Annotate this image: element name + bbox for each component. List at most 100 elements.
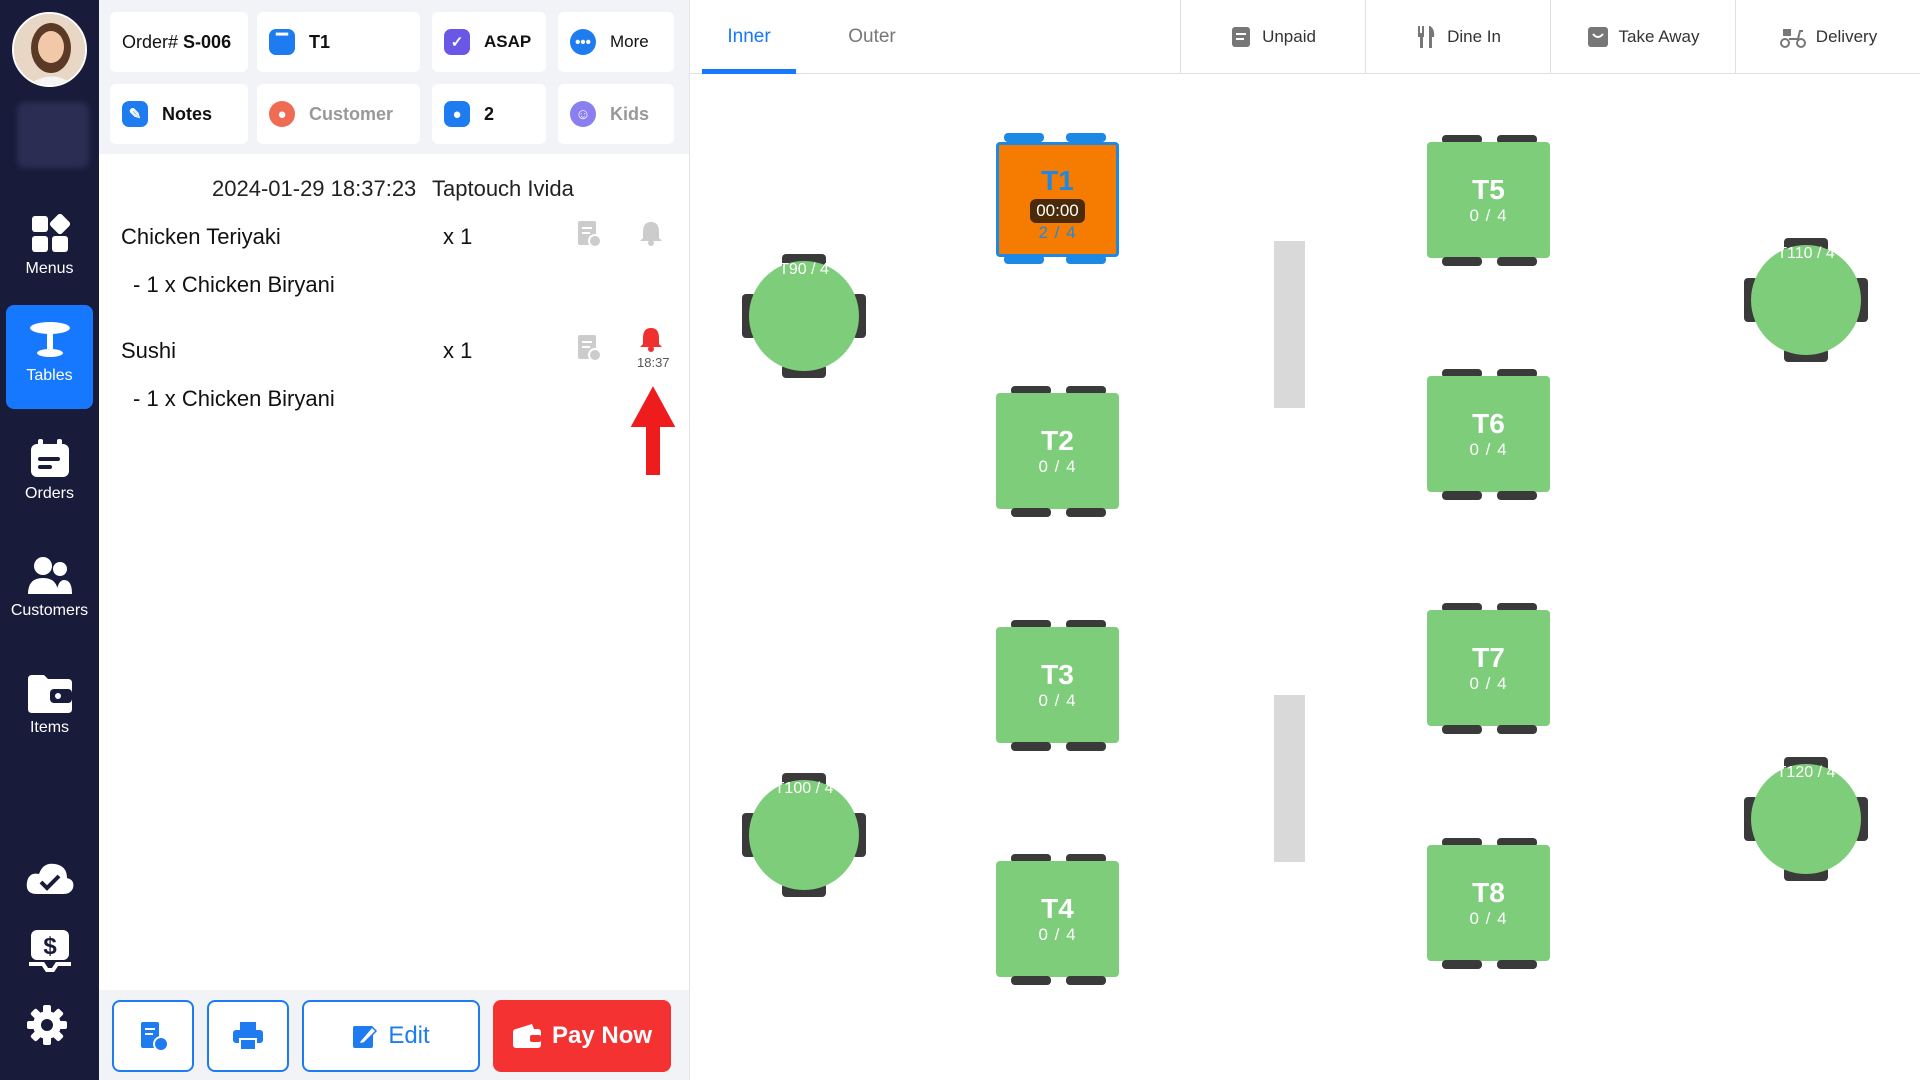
timing-button[interactable]: ✓ ASAP bbox=[432, 12, 546, 72]
timing-label: ASAP bbox=[484, 32, 532, 51]
bell-icon bbox=[640, 222, 662, 246]
table-t5-count: 0 / 4 bbox=[1469, 206, 1508, 225]
table-t7-name: T7 bbox=[1472, 642, 1505, 673]
table-t12[interactable]: T120 / 4 bbox=[1744, 757, 1868, 881]
order-prefix: Order# bbox=[122, 31, 179, 52]
order-datetime: 2024-01-29 18:37:23 bbox=[212, 176, 417, 201]
kids-icon: ☺ bbox=[570, 101, 596, 127]
cash-button[interactable]: $ bbox=[25, 930, 75, 974]
table-t4-count: 0 / 4 bbox=[1038, 925, 1077, 944]
table-t12-name: T12 bbox=[1776, 764, 1805, 781]
edit-note-icon: ✎ bbox=[122, 101, 148, 127]
filter-dine-in-label: Dine In bbox=[1447, 27, 1501, 46]
floor-tabs: Inner Outer Unpaid Dine In Take Away Del… bbox=[690, 0, 1920, 74]
order-item-qty: x 1 bbox=[443, 224, 473, 249]
kids-button[interactable]: ☺ Kids bbox=[558, 84, 674, 144]
filter-unpaid-label: Unpaid bbox=[1262, 27, 1316, 46]
table-t11[interactable]: T110 / 4 bbox=[1744, 238, 1868, 362]
table-t7[interactable]: T7 0 / 4 bbox=[1427, 603, 1552, 735]
receipt-clock-icon bbox=[578, 221, 602, 248]
nav-menus[interactable]: Menus bbox=[6, 198, 93, 302]
table-t10[interactable]: T100 / 4 bbox=[742, 773, 866, 897]
nav-tables[interactable]: Tables bbox=[6, 305, 93, 409]
split-bill-button[interactable] bbox=[112, 1000, 194, 1072]
table-t5[interactable]: T5 0 / 4 bbox=[1427, 135, 1552, 267]
scooter-icon bbox=[1779, 29, 1806, 48]
wall-divider bbox=[1274, 695, 1305, 862]
table-t2-count: 0 / 4 bbox=[1038, 457, 1077, 476]
table-t12-count: 0 / 4 bbox=[1804, 764, 1836, 781]
table-t4[interactable]: T4 0 / 4 bbox=[996, 854, 1121, 986]
nav-tables-label: Tables bbox=[26, 367, 73, 384]
orders-icon bbox=[30, 439, 69, 477]
order-number: S-006 bbox=[183, 31, 232, 52]
order-number-button[interactable]: Order# S-006 bbox=[110, 12, 248, 72]
settings-icon bbox=[27, 1005, 67, 1045]
nav-items-label: Items bbox=[29, 719, 70, 736]
settings-button[interactable] bbox=[25, 1003, 75, 1047]
customer-label: Customer bbox=[309, 103, 394, 124]
filter-delivery[interactable]: Delivery bbox=[1735, 0, 1920, 74]
item-receipt-button[interactable] bbox=[577, 334, 602, 367]
edit-button[interactable]: Edit bbox=[302, 1000, 480, 1072]
filter-dine-in[interactable]: Dine In bbox=[1365, 0, 1550, 74]
cloud-sync-button[interactable] bbox=[25, 858, 75, 902]
order-staff: Taptouch Ivida bbox=[432, 176, 574, 201]
guests-button[interactable]: ● 2 bbox=[432, 84, 546, 144]
print-button[interactable] bbox=[207, 1000, 289, 1072]
order-item-modifier: - 1 x Chicken Biryani bbox=[133, 272, 335, 297]
table-t9-count: 0 / 4 bbox=[797, 261, 829, 278]
table-button[interactable]: ▔ T1 bbox=[257, 12, 420, 72]
order-item-qty: x 1 bbox=[443, 338, 473, 363]
menus-icon bbox=[31, 214, 70, 252]
pay-now-button[interactable]: Pay Now bbox=[493, 1000, 671, 1072]
table-t1[interactable]: T1 00:00 2 / 4 bbox=[996, 133, 1121, 266]
bill-share-icon bbox=[141, 1022, 169, 1052]
table-t8[interactable]: T8 0 / 4 bbox=[1427, 838, 1552, 970]
table-icon: ▔ bbox=[269, 29, 295, 55]
order-item-name[interactable]: Sushi bbox=[121, 338, 176, 364]
tab-outer[interactable]: Outer bbox=[811, 0, 933, 74]
table-t2[interactable]: T2 0 / 4 bbox=[996, 386, 1121, 518]
notes-button[interactable]: ✎ Notes bbox=[110, 84, 248, 144]
user-avatar[interactable] bbox=[12, 12, 87, 87]
item-bell-button[interactable] bbox=[639, 220, 663, 251]
nav-menus-label: Menus bbox=[25, 260, 74, 277]
customer-icon: ● bbox=[269, 101, 295, 127]
table-t9-name: T9 bbox=[779, 261, 798, 278]
printer-icon bbox=[233, 1022, 263, 1051]
filter-take-away-label: Take Away bbox=[1618, 27, 1700, 46]
table-t6[interactable]: T6 0 / 4 bbox=[1427, 369, 1552, 501]
table-t6-count: 0 / 4 bbox=[1469, 440, 1508, 459]
notes-label: Notes bbox=[162, 103, 213, 124]
bell-time: 18:37 bbox=[637, 355, 670, 370]
table-t8-count: 0 / 4 bbox=[1469, 909, 1508, 928]
table-t9[interactable]: T90 / 4 bbox=[742, 254, 866, 378]
nav-customers[interactable]: Customers bbox=[6, 540, 93, 644]
bag-icon bbox=[1587, 27, 1608, 47]
guest-icon: ● bbox=[444, 101, 470, 127]
floor-plan: Inner Outer Unpaid Dine In Take Away Del… bbox=[689, 0, 1920, 1080]
filter-take-away[interactable]: Take Away bbox=[1550, 0, 1735, 74]
tables-icon bbox=[29, 322, 70, 357]
cash-icon: $ bbox=[29, 930, 71, 972]
order-panel: Order# S-006 ▔ T1 ✓ ASAP ••• More ✎ Note… bbox=[99, 0, 689, 1080]
nav-customers-label: Customers bbox=[10, 602, 89, 619]
item-receipt-button[interactable] bbox=[577, 220, 602, 253]
nav-orders[interactable]: Orders bbox=[6, 423, 93, 527]
order-footer: Edit Pay Now bbox=[99, 990, 689, 1080]
table-label: T1 bbox=[309, 31, 331, 52]
table-t3[interactable]: T3 0 / 4 bbox=[996, 620, 1121, 752]
table-t5-name: T5 bbox=[1472, 174, 1505, 205]
customers-icon bbox=[27, 557, 72, 594]
table-t11-name: T11 bbox=[1777, 245, 1804, 262]
table-t2-name: T2 bbox=[1041, 425, 1074, 456]
tab-inner[interactable]: Inner bbox=[702, 0, 796, 74]
table-t3-count: 0 / 4 bbox=[1038, 691, 1077, 710]
nav-items[interactable]: Items bbox=[6, 657, 93, 761]
order-item-name[interactable]: Chicken Teriyaki bbox=[121, 224, 281, 250]
more-button[interactable]: ••• More bbox=[558, 12, 674, 72]
item-bell-active-button[interactable] bbox=[639, 326, 663, 357]
filter-unpaid[interactable]: Unpaid bbox=[1180, 0, 1365, 74]
customer-button[interactable]: ● Customer bbox=[257, 84, 420, 144]
